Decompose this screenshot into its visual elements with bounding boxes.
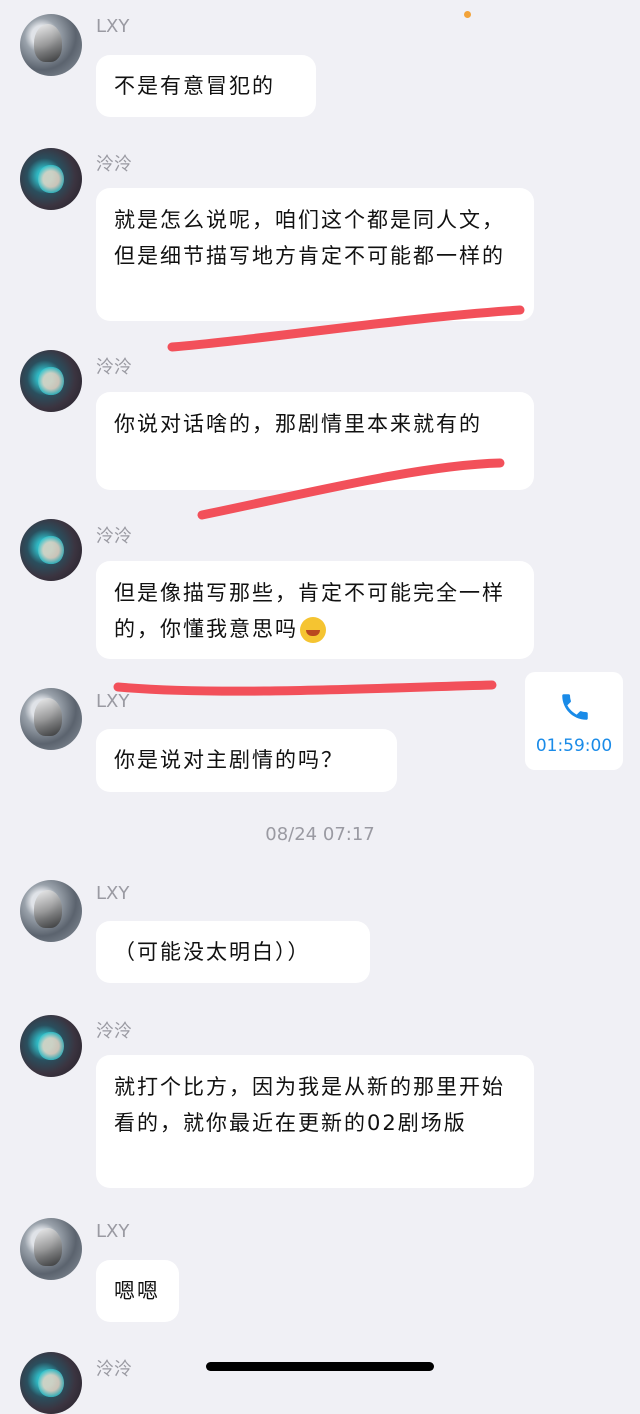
avatar[interactable] <box>20 1218 82 1280</box>
avatar[interactable] <box>20 1015 82 1077</box>
message-bubble[interactable]: 嗯嗯 <box>96 1260 179 1322</box>
sender-name: 泠泠 <box>96 1021 132 1042</box>
sender-name: LXY <box>96 691 130 712</box>
avatar[interactable] <box>20 14 82 76</box>
message-bubble[interactable]: 你是说对主剧情的吗？ <box>96 729 397 792</box>
status-dot <box>464 11 471 18</box>
avatar[interactable] <box>20 880 82 942</box>
sender-name: 泠泠 <box>96 357 132 378</box>
avatar[interactable] <box>20 688 82 750</box>
message-bubble[interactable]: 就是怎么说呢，咱们这个都是同人文，但是细节描写地方肯定不可能都一样的 <box>96 188 534 321</box>
avatar[interactable] <box>20 350 82 412</box>
message-bubble[interactable]: （可能没太明白）） <box>96 921 370 983</box>
sender-name: LXY <box>96 16 130 37</box>
laughing-emoji-icon <box>300 617 326 643</box>
home-indicator[interactable] <box>206 1362 434 1371</box>
timestamp: 08/24 07:17 <box>265 824 375 845</box>
call-duration: 01:59:00 <box>535 736 613 756</box>
annotation-underline <box>113 680 497 696</box>
message-bubble[interactable]: 不是有意冒犯的 <box>96 55 316 117</box>
sender-name: 泠泠 <box>96 154 132 175</box>
avatar[interactable] <box>20 1352 82 1414</box>
message-bubble[interactable]: 你说对话啥的，那剧情里本来就有的 <box>96 392 534 490</box>
message-bubble[interactable]: 但是像描写那些，肯定不可能完全一样的，你懂我意思吗 <box>96 561 534 659</box>
phone-icon <box>562 694 588 720</box>
sender-name: 泠泠 <box>96 526 132 547</box>
sender-name: LXY <box>96 883 130 904</box>
avatar[interactable] <box>20 519 82 581</box>
voice-call-card[interactable]: 01:59:00 <box>525 672 623 770</box>
message-bubble[interactable]: 就打个比方，因为我是从新的那里开始看的，就你最近在更新的02剧场版 <box>96 1055 534 1188</box>
avatar[interactable] <box>20 148 82 210</box>
sender-name: 泠泠 <box>96 1359 132 1380</box>
sender-name: LXY <box>96 1221 130 1242</box>
